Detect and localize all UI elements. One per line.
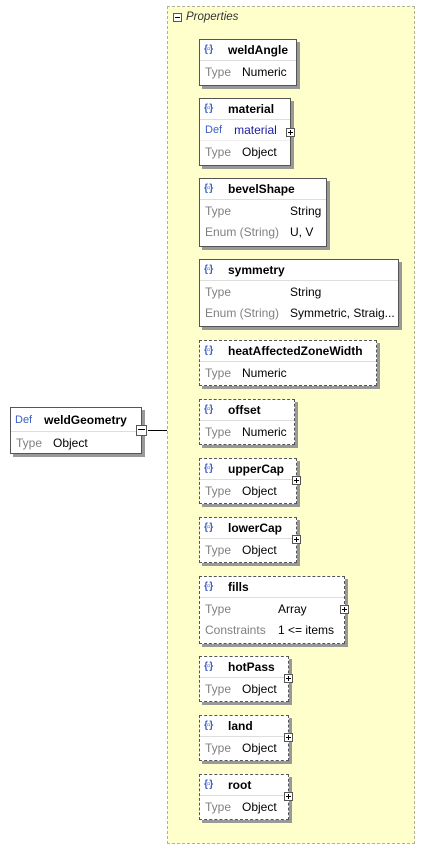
element-icon: {▫}: [204, 264, 213, 275]
expand-root-icon[interactable]: [284, 792, 293, 801]
row-value: Numeric: [242, 64, 287, 79]
row-label: Type: [205, 284, 232, 299]
row-label: Type: [205, 740, 232, 755]
row-value: Numeric: [242, 365, 287, 380]
row-value: Array: [278, 601, 307, 616]
row-label: Type: [205, 64, 232, 79]
row-value: Object: [242, 681, 277, 696]
element-icon: {▫}: [204, 661, 213, 672]
property-name: weldAngle: [228, 43, 289, 57]
element-icon: {▫}: [204, 345, 213, 356]
property-name: lowerCap: [228, 521, 283, 535]
property-name: bevelShape: [228, 182, 295, 196]
element-icon: {▫}: [204, 463, 213, 474]
element-icon: {▫}: [204, 404, 213, 415]
row-label: Type: [205, 203, 232, 218]
def-link-material[interactable]: material: [234, 123, 277, 137]
property-name: root: [228, 778, 252, 792]
expand-fills-icon[interactable]: [340, 605, 349, 614]
property-weldangle[interactable]: {▫} weldAngle Type Numeric: [199, 39, 297, 86]
type-value: Object: [53, 436, 88, 450]
row-label: Type: [205, 365, 232, 380]
root-node-weldgeometry[interactable]: Def weldGeometry Type Object: [10, 407, 142, 454]
property-land[interactable]: {▫} land Type Object: [199, 715, 289, 761]
def-tag: Def: [205, 124, 223, 136]
property-name: material: [228, 102, 275, 116]
expand-uppercap-icon[interactable]: [292, 476, 301, 485]
row-label: Type: [205, 799, 232, 814]
expand-lowercap-icon[interactable]: [292, 535, 301, 544]
row-value: Object: [242, 144, 277, 159]
row-value: String: [290, 284, 322, 299]
type-label: Type: [16, 436, 43, 450]
def-tag: Def: [15, 413, 33, 426]
row-label: Type: [205, 424, 232, 439]
row-value: U, V: [290, 224, 314, 239]
property-name: hotPass: [228, 660, 275, 674]
property-name: offset: [228, 403, 261, 417]
row-value: Object: [242, 483, 277, 498]
row-label: Type: [205, 483, 232, 498]
expand-land-icon[interactable]: [284, 733, 293, 742]
property-hotpass[interactable]: {▫} hotPass Type Object: [199, 656, 289, 702]
property-bevelshape[interactable]: {▫} bevelShape Type String Enum (String) U,…: [199, 178, 327, 247]
property-symmetry[interactable]: {▫} symmetry Type String Enum (String) Symm…: [199, 259, 399, 327]
element-icon: {▫}: [204, 522, 213, 533]
element-icon: {▫}: [204, 103, 213, 114]
row-value: Object: [242, 799, 277, 814]
row-label: Enum (String): [205, 224, 280, 239]
row-label: Enum (String): [205, 305, 280, 320]
property-lowercap[interactable]: {▫} lowerCap Type Object: [199, 517, 297, 563]
element-icon: {▫}: [204, 183, 213, 194]
row-value: Object: [242, 542, 277, 557]
row-label: Type: [205, 601, 232, 616]
collapse-toggle-icon[interactable]: [136, 425, 147, 436]
property-name: symmetry: [228, 263, 285, 277]
row-value: Numeric: [242, 424, 287, 439]
property-name: heatAffectedZoneWidth: [228, 344, 363, 358]
property-uppercap[interactable]: {▫} upperCap Type Object: [199, 458, 297, 504]
expand-material-icon[interactable]: [286, 128, 295, 137]
element-icon: {▫}: [204, 581, 213, 592]
property-name: fills: [228, 580, 249, 594]
row-value: Symmetric, Straig...: [290, 305, 395, 320]
row-value: String: [290, 203, 322, 218]
row-label: Constraints: [205, 622, 266, 637]
property-offset[interactable]: {▫} offset Type Numeric: [199, 399, 295, 445]
row-value: Object: [242, 740, 277, 755]
property-fills[interactable]: {▫} fills Type Array Constraints 1 <= items: [199, 576, 345, 644]
element-icon: {▫}: [204, 779, 213, 790]
row-value: 1 <= items: [278, 622, 335, 637]
row-label: Type: [205, 144, 232, 159]
property-material[interactable]: {▫} material Def material Type Object: [199, 98, 291, 166]
root-node-name: weldGeometry: [44, 412, 127, 427]
row-label: Type: [205, 681, 232, 696]
property-name: upperCap: [228, 462, 285, 476]
row-label: Type: [205, 542, 232, 557]
element-icon: {▫}: [204, 44, 213, 55]
collapse-properties-icon[interactable]: [173, 12, 182, 22]
property-name: land: [228, 719, 253, 733]
element-icon: {▫}: [204, 720, 213, 731]
property-root[interactable]: {▫} root Type Object: [199, 774, 289, 820]
properties-group-title: Properties: [186, 11, 239, 23]
expand-hotpass-icon[interactable]: [284, 674, 293, 683]
property-heataffectedzonewidth[interactable]: {▫} heatAffectedZoneWidth Type Numeric: [199, 340, 377, 386]
